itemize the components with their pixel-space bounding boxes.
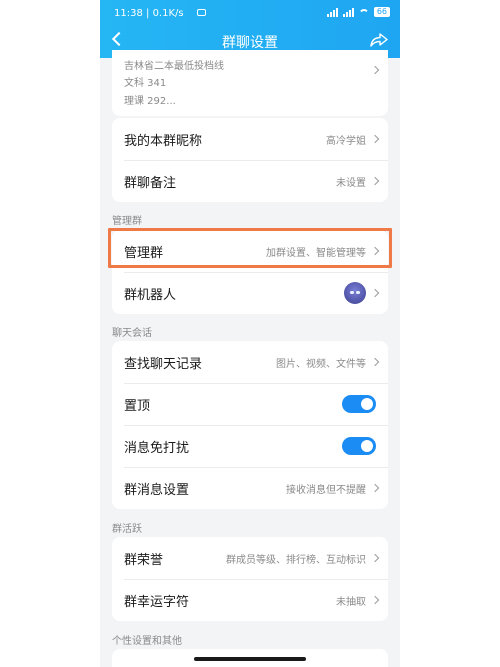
chevron-right-icon	[370, 65, 380, 75]
group-robot-row[interactable]: 群机器人	[112, 272, 388, 314]
message-settings-row[interactable]: 群消息设置 接收消息但不提醒	[112, 467, 388, 509]
message-icon	[197, 9, 206, 16]
lucky-char-row[interactable]: 群幸运字符 未抽取	[112, 579, 388, 621]
time-text: 11:38	[114, 8, 143, 19]
remark-label: 群聊备注	[124, 175, 177, 191]
chevron-right-icon	[370, 134, 380, 144]
group-honor-value: 群成员等级、排行榜、互动标识	[226, 554, 366, 566]
chevron-right-icon	[370, 483, 380, 493]
chat-card: 查找聊天记录 图片、视频、文件等 置顶 消息免打扰 群消息设置 接收消息但不提醒	[112, 341, 388, 509]
section-header-activity: 群活跃	[112, 524, 142, 535]
chevron-right-icon	[370, 176, 380, 186]
highlight-box	[108, 228, 392, 268]
group-info-card[interactable]: 吉林省二本最低投档线 文科 341 理课 292...	[112, 50, 388, 116]
chevron-right-icon	[370, 553, 380, 563]
wifi-icon	[359, 7, 369, 17]
share-icon[interactable]	[370, 33, 388, 47]
home-indicator[interactable]	[194, 657, 306, 661]
search-history-row[interactable]: 查找聊天记录 图片、视频、文件等	[112, 341, 388, 383]
chevron-right-icon	[370, 595, 380, 605]
message-settings-value: 接收消息但不提醒	[286, 484, 366, 496]
robot-avatar-icon	[344, 282, 366, 304]
group-info-line: 理课 292...	[124, 96, 176, 107]
nickname-label: 我的本群昵称	[124, 133, 203, 149]
section-header-other: 个性设置和其他	[112, 636, 182, 647]
group-honor-row[interactable]: 群荣誉 群成员等级、排行榜、互动标识	[112, 537, 388, 579]
lucky-char-value: 未抽取	[336, 596, 366, 608]
group-honor-label: 群荣誉	[124, 552, 164, 568]
section-header-manage: 管理群	[112, 216, 142, 227]
phone-screen: 11:38 | 0.1K/s 66 群聊设置 吉林省二本最低投档线 文科 341…	[100, 0, 400, 667]
search-history-value: 图片、视频、文件等	[276, 358, 366, 370]
signal-icon	[326, 7, 338, 17]
lucky-char-label: 群幸运字符	[124, 594, 190, 610]
group-info-chevron-row	[112, 50, 388, 90]
pin-row: 置顶	[112, 383, 388, 425]
status-bar: 11:38 | 0.1K/s 66	[100, 0, 400, 26]
signal-icon-2	[342, 7, 354, 17]
remark-row[interactable]: 群聊备注 未设置	[112, 160, 388, 202]
nickname-value: 高冷学姐	[326, 135, 366, 147]
page-title: 群聊设置	[222, 35, 278, 51]
message-settings-label: 群消息设置	[124, 482, 190, 498]
mute-label: 消息免打扰	[124, 440, 190, 456]
activity-card: 群荣誉 群成员等级、排行榜、互动标识 群幸运字符 未抽取	[112, 537, 388, 621]
search-history-label: 查找聊天记录	[124, 356, 203, 372]
chevron-right-icon	[370, 357, 380, 367]
mute-row: 消息免打扰	[112, 425, 388, 467]
profile-card: 我的本群昵称 高冷学姐 群聊备注 未设置	[112, 118, 388, 202]
pin-toggle[interactable]	[342, 395, 376, 413]
pin-label: 置顶	[124, 398, 151, 414]
network-speed: 0.1K/s	[152, 8, 184, 19]
status-time: 11:38 | 0.1K/s	[114, 8, 184, 19]
mute-toggle[interactable]	[342, 437, 376, 455]
nickname-row[interactable]: 我的本群昵称 高冷学姐	[112, 118, 388, 160]
group-robot-label: 群机器人	[124, 287, 177, 303]
section-header-chat: 聊天会话	[112, 328, 152, 339]
chevron-right-icon	[370, 288, 380, 298]
battery-icon: 66	[373, 7, 390, 17]
remark-value: 未设置	[336, 177, 366, 189]
status-icons: 66	[326, 7, 390, 17]
